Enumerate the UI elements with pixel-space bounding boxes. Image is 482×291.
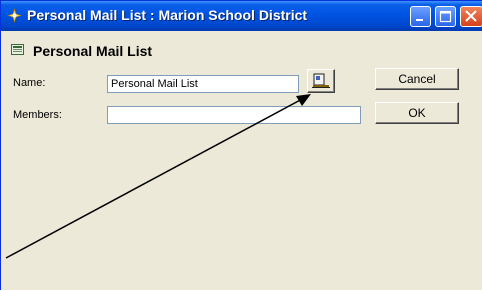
mail-list-icon [11,44,24,55]
title-bar[interactable]: Personal Mail List : Marion School Distr… [1,1,482,31]
maximize-button[interactable] [435,6,456,27]
minimize-button[interactable] [410,6,431,27]
page-title: Personal Mail List [33,43,153,59]
dialog-body: Personal Mail List Name: Personal Mail L… [1,31,482,291]
maximize-icon [439,10,452,23]
pick-members-button[interactable] [307,69,335,93]
members-label: Members: [13,109,62,121]
close-icon [465,10,477,22]
name-field[interactable]: Personal Mail List [107,75,299,93]
window-title: Personal Mail List : Marion School Distr… [27,7,308,23]
members-field[interactable] [107,106,361,124]
minimize-icon [416,19,423,21]
cancel-button[interactable]: Cancel [375,68,459,90]
address-book-icon [312,73,330,88]
app-icon [7,8,22,23]
close-button[interactable] [460,6,482,27]
dialog-window: Personal Mail List : Marion School Distr… [0,0,482,290]
name-label: Name: [13,77,46,89]
ok-button[interactable]: OK [375,102,459,124]
